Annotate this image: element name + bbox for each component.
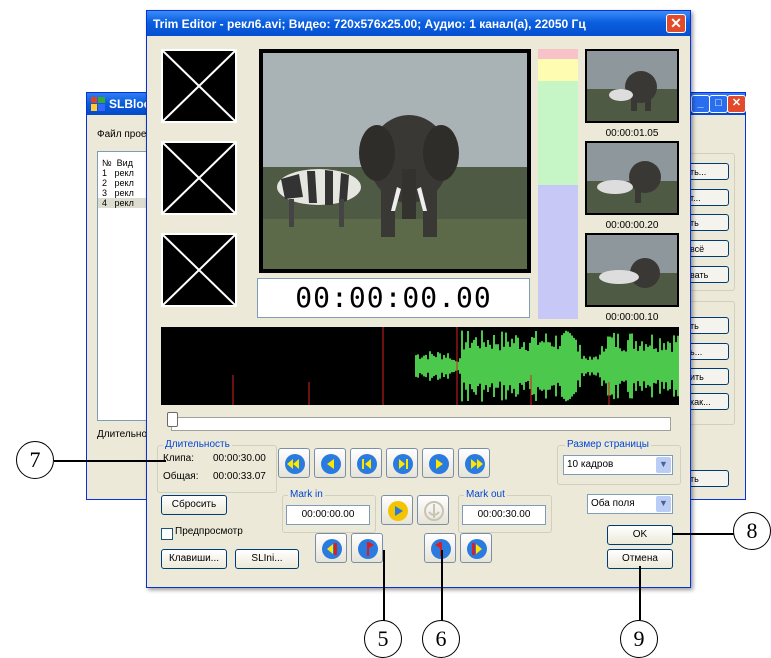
x-placeholder-icon [161, 233, 237, 307]
waveform-path [415, 330, 679, 402]
timeline-slider-thumb[interactable] [167, 412, 178, 427]
prev-frame-button[interactable] [350, 448, 382, 478]
skip-end-icon [465, 454, 485, 474]
thumbnail-time: 00:00:01.05 [605, 128, 659, 139]
bg-button-1[interactable]: ть... [685, 163, 729, 180]
minimize-button[interactable]: _ [691, 95, 710, 113]
next-page-icon [429, 454, 449, 474]
duration-group-title: Длительность [163, 439, 232, 450]
go-mark-out-icon [467, 539, 487, 559]
preview-checkbox[interactable] [161, 528, 173, 540]
maximize-button[interactable]: □ [709, 95, 728, 113]
set-mark-in-icon [358, 539, 378, 559]
trim-editor-dialog: Trim Editor - рекл6.avi; Видео: 720x576x… [146, 10, 691, 588]
prev-frame-icon [357, 454, 377, 474]
audio-waveform[interactable] [161, 327, 679, 405]
total-duration-label: Общая: [163, 471, 199, 482]
thumbnail-time: 00:00:00.20 [605, 220, 659, 231]
dialog-title: Trim Editor - рекл6.avi; Видео: 720x576x… [153, 17, 586, 31]
total-duration-value: 00:00:33.07 [213, 471, 266, 482]
anchor-button[interactable] [417, 495, 449, 525]
go-mark-in-button[interactable] [315, 533, 347, 563]
level-meter [538, 49, 578, 319]
thumbnail-time: 00:00:00.10 [605, 312, 659, 323]
next-page-button[interactable] [422, 448, 454, 478]
mark-out-label: Mark out [464, 489, 507, 500]
keys-button[interactable]: Клавиши... [161, 549, 227, 569]
go-mark-out-button[interactable] [460, 533, 492, 563]
callout-9-line [639, 566, 641, 620]
skip-start-icon [285, 454, 305, 474]
fields-select-value: Оба поля [591, 498, 635, 509]
list-header-num: № [102, 158, 112, 168]
mark-out-field[interactable]: 00:00:30.00 [462, 505, 546, 525]
play-button[interactable] [381, 495, 413, 525]
mark-in-label: Mark in [288, 489, 325, 500]
clip-duration-value: 00:00:30.00 [213, 453, 266, 464]
list-header-name: Вид [116, 158, 133, 168]
bg-button-3[interactable]: ть [685, 214, 729, 231]
callout-5: 5 [364, 620, 402, 658]
callout-9: 9 [620, 620, 658, 658]
chevron-down-icon: ▼ [656, 496, 671, 512]
close-button[interactable]: ✕ [727, 95, 746, 113]
mark-in-field[interactable]: 00:00:00.00 [286, 505, 370, 525]
next-frame-button[interactable] [386, 448, 418, 478]
page-size-select[interactable]: 10 кадров ▼ [563, 455, 673, 475]
skip-end-button[interactable] [458, 448, 490, 478]
app-icon [91, 97, 105, 111]
anchor-icon [424, 501, 444, 521]
callout-5-line [383, 550, 385, 622]
x-placeholder-icon [161, 49, 237, 123]
page-size-value: 10 кадров [567, 459, 614, 470]
bg-button-10[interactable]: ть [685, 470, 729, 487]
project-label: Файл прое [97, 129, 147, 140]
bg-button-2[interactable]: т... [685, 189, 729, 206]
page-size-label: Размер страницы [565, 439, 651, 450]
timeline-slider[interactable] [171, 417, 671, 431]
callout-7: 7 [16, 441, 54, 479]
bg-button-7[interactable]: ь... [685, 343, 729, 360]
timecode-display: 00:00:00.00 [257, 278, 530, 318]
video-preview[interactable] [259, 49, 531, 273]
thumbnail-frame[interactable]: 00:00:00.10 [585, 233, 679, 323]
ok-button[interactable]: OK [607, 525, 673, 545]
preview-label: Предпросмотр [175, 526, 243, 537]
close-icon[interactable]: ✕ [666, 14, 686, 33]
skip-start-button[interactable] [278, 448, 310, 478]
set-mark-in-button[interactable] [351, 533, 383, 563]
callout-6-line [441, 550, 443, 622]
bg-button-4[interactable]: всё [685, 240, 729, 257]
set-mark-out-button[interactable] [424, 533, 456, 563]
slini-button[interactable]: SLIni... [235, 549, 299, 569]
chevron-down-icon: ▼ [656, 457, 671, 473]
callout-8: 8 [733, 512, 771, 550]
prev-page-icon [321, 454, 341, 474]
bg-button-6[interactable]: ть [685, 317, 729, 334]
reset-button[interactable]: Сбросить [161, 495, 227, 515]
bg-button-9[interactable]: как... [685, 393, 729, 410]
callout-8-line [672, 533, 734, 535]
thumbnail-frame[interactable]: 00:00:00.20 [585, 141, 679, 231]
prev-page-button[interactable] [314, 448, 346, 478]
background-window-title: SLBloc [109, 97, 151, 111]
callout-6: 6 [422, 620, 460, 658]
dialog-title-bar: Trim Editor - рекл6.avi; Видео: 720x576x… [147, 11, 690, 36]
x-placeholder-icon [161, 141, 237, 215]
bg-button-5[interactable]: вать [685, 266, 729, 283]
thumbnail-frame[interactable]: 00:00:01.05 [585, 49, 679, 139]
duration-label-bg: Длительно [97, 429, 148, 440]
play-icon [388, 501, 408, 521]
go-mark-in-icon [322, 539, 342, 559]
next-frame-icon [393, 454, 413, 474]
clip-duration-label: Клипа: [163, 453, 195, 464]
callout-7-line [54, 460, 166, 462]
bg-button-8[interactable]: ить [685, 368, 729, 385]
fields-select[interactable]: Оба поля ▼ [587, 494, 673, 514]
